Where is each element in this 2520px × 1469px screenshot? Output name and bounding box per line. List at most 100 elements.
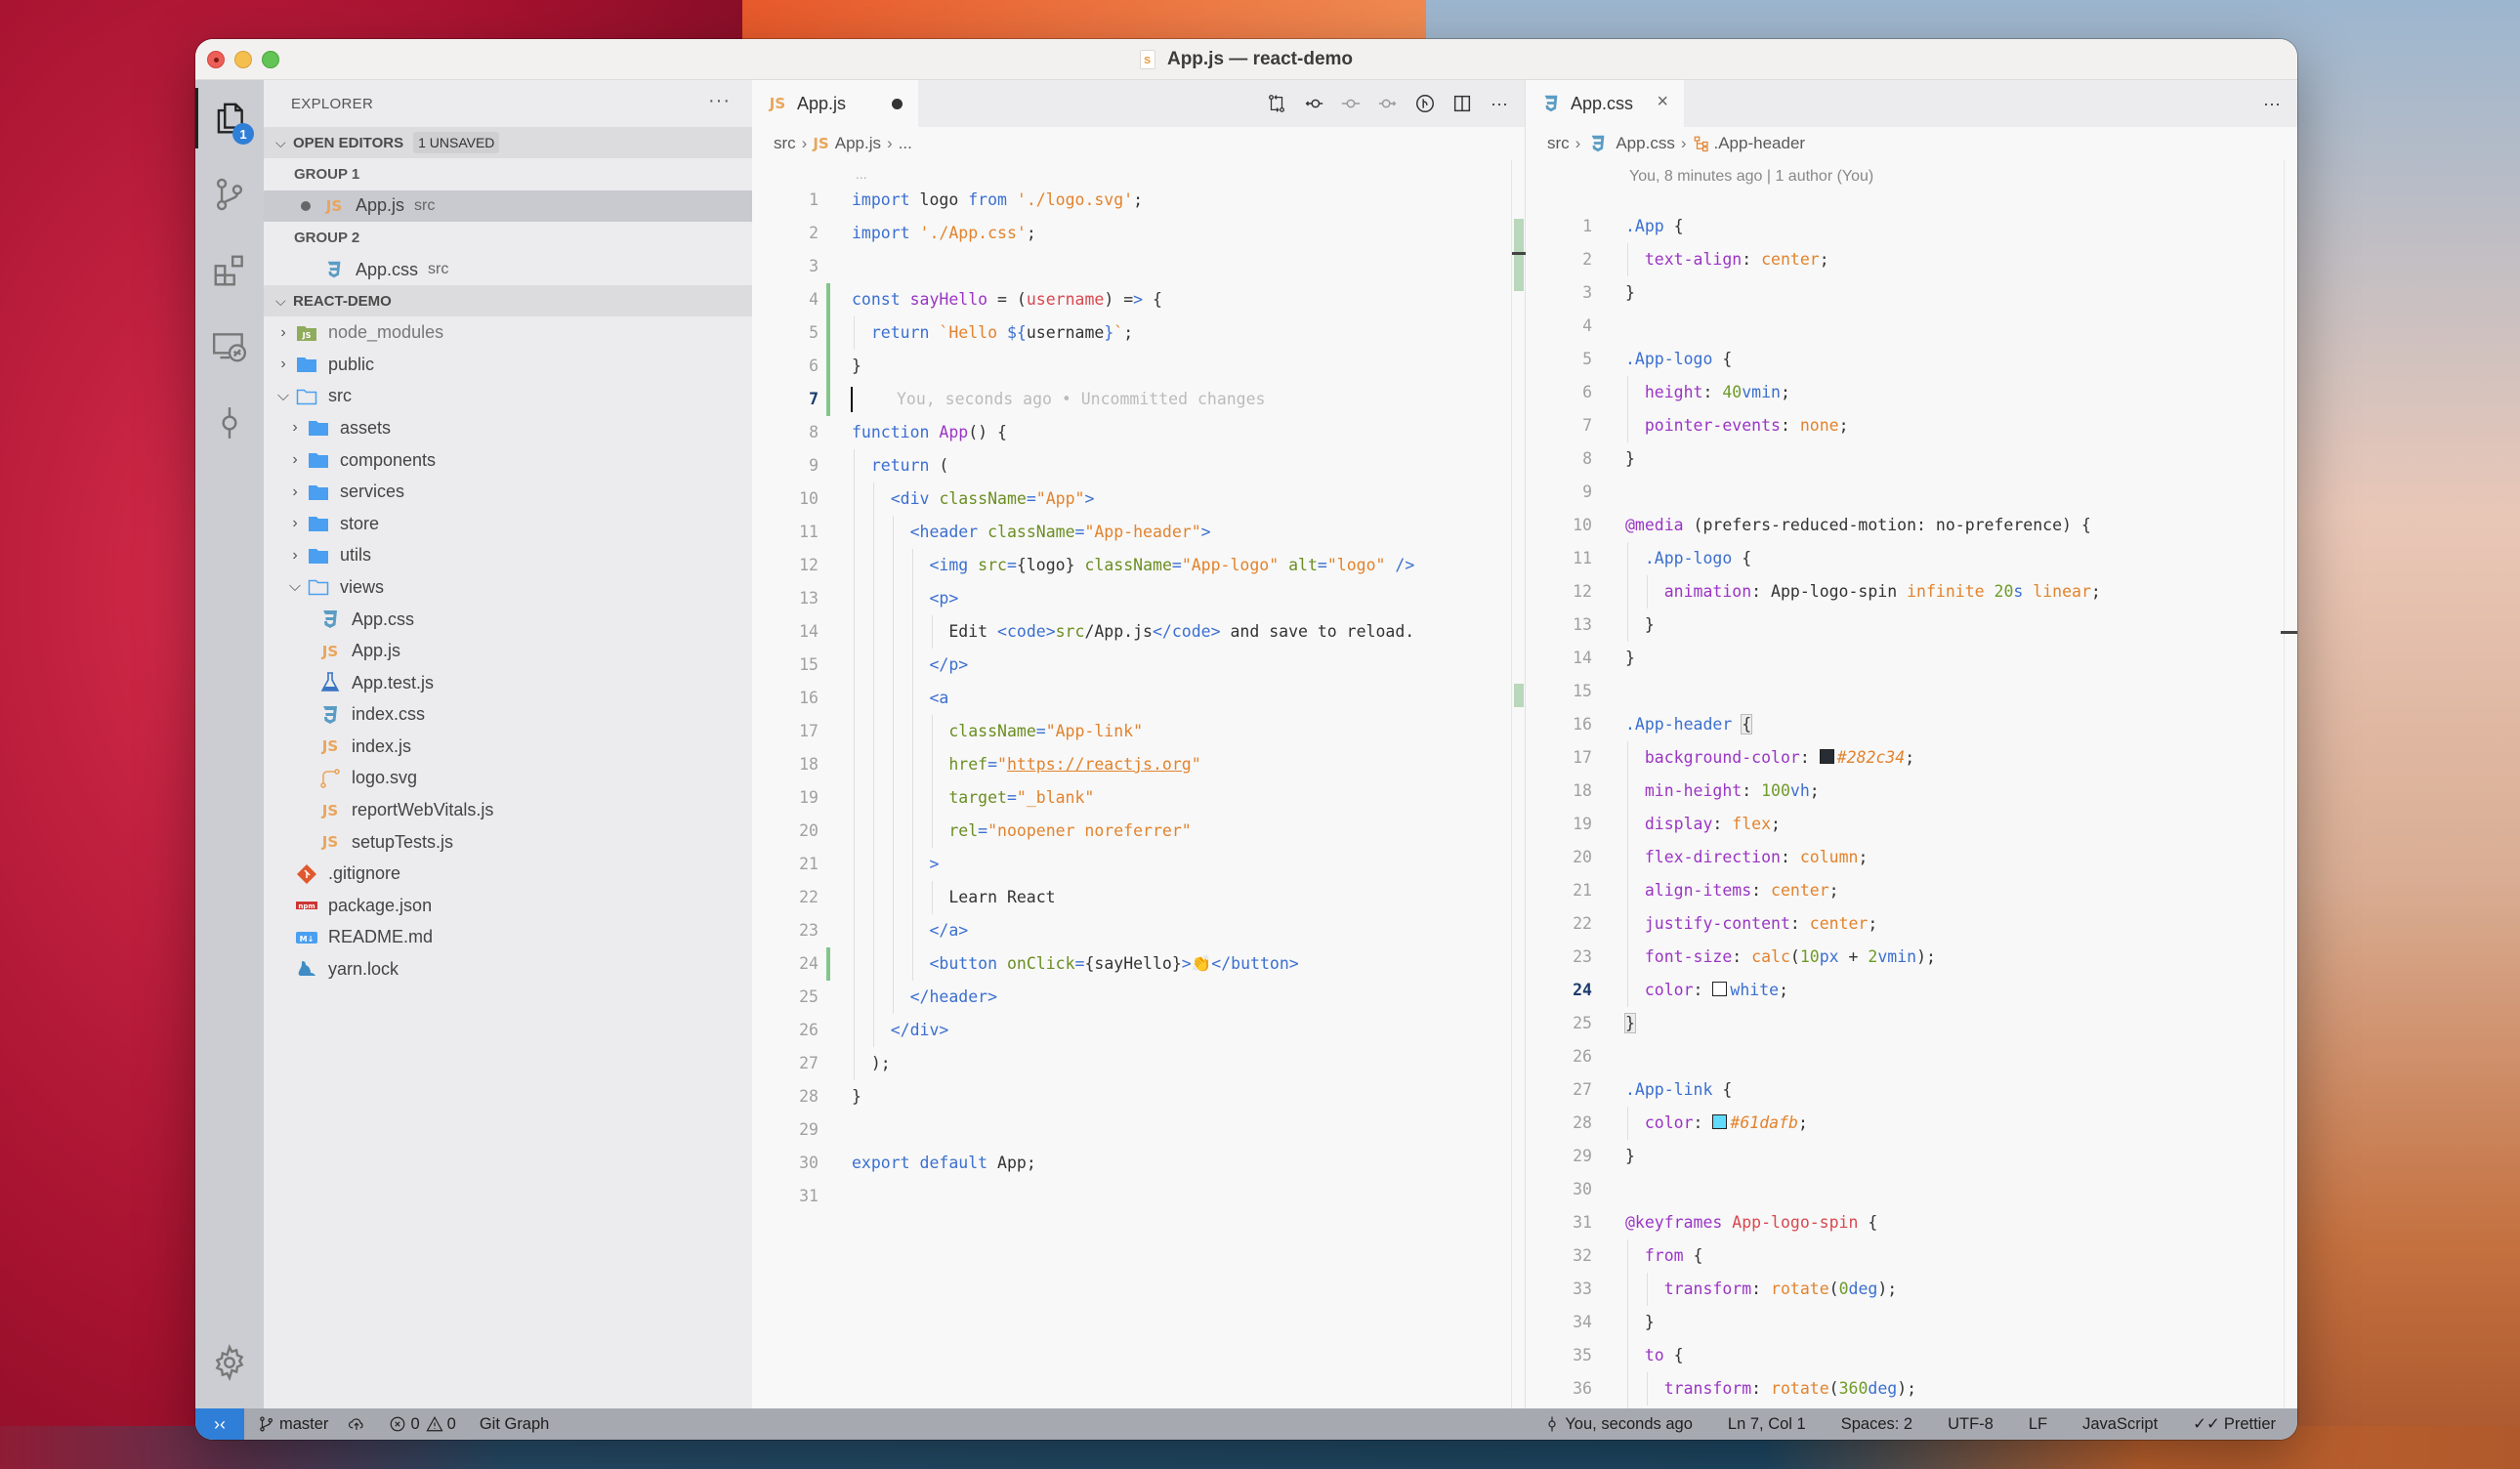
code-line[interactable]: 1 .App { — [1526, 210, 2297, 243]
tree-item-store[interactable]: › store — [264, 508, 752, 540]
tab-app-css[interactable]: App.css × — [1526, 80, 1684, 127]
code-line[interactable]: 25 </header> — [752, 981, 1525, 1014]
code-line[interactable]: 8} — [1526, 442, 2297, 476]
tree-item-assets[interactable]: › assets — [264, 412, 752, 444]
open-editor-item[interactable]: JS App.js src — [264, 189, 752, 223]
tree-item-yarn-lock[interactable]: yarn.lock — [264, 953, 752, 986]
code-line[interactable]: 15 — [1526, 675, 2297, 708]
code-line[interactable]: 17 className="App-link" — [752, 715, 1525, 748]
code-line[interactable]: 5 .App-logo { — [1526, 343, 2297, 376]
code-line[interactable]: 13 <p> — [752, 582, 1525, 615]
code-line[interactable]: 23 font-size: calc(10px + 2vmin); — [1526, 941, 2297, 974]
eol-button[interactable]: LF — [2029, 1415, 2047, 1434]
activity-source-control[interactable] — [195, 156, 264, 232]
code-line[interactable]: 24 <button onClick={sayHello}>👏</button> — [752, 947, 1525, 981]
open-editors-section-header[interactable]: ⌵ OPEN EDITORS 1 UNSAVED — [264, 127, 752, 158]
code-line[interactable]: 31 @keyframes App-logo-spin { — [1526, 1206, 2297, 1239]
code-line[interactable]: 21 align-items: center; — [1526, 874, 2297, 907]
tree-item-setuptests-js[interactable]: JS setupTests.js — [264, 826, 752, 859]
code-line[interactable]: 27 ); — [752, 1047, 1525, 1080]
activity-extensions[interactable] — [195, 232, 264, 309]
breadcrumb-symbol[interactable]: .App-header — [1714, 134, 1806, 153]
code-editor-css[interactable]: 1 .App {2 text-align: center; 3} 4 5 .App-log… — [1526, 210, 2297, 1439]
git-added-indicator[interactable] — [826, 283, 830, 316]
code-line[interactable]: 18 href="https://reactjs.org" — [752, 748, 1525, 781]
unsaved-dot-icon[interactable] — [892, 99, 903, 109]
tree-item-readme-md[interactable]: M↓ README.md — [264, 922, 752, 954]
code-line[interactable]: 33 transform: rotate(0deg); — [1526, 1273, 2297, 1306]
code-line[interactable]: 7 You, seconds ago • Uncommitted changes — [752, 383, 1525, 416]
tree-item-views[interactable]: ⌵ views — [264, 571, 752, 604]
git-added-indicator[interactable] — [826, 383, 830, 416]
git-added-indicator[interactable] — [826, 350, 830, 383]
code-line[interactable]: 18 min-height: 100vh; — [1526, 775, 2297, 808]
previous-change-button[interactable] — [1300, 90, 1327, 117]
next-change-button[interactable] — [1374, 90, 1402, 117]
code-line[interactable]: 9 — [1526, 476, 2297, 509]
code-line[interactable]: 30 — [1526, 1173, 2297, 1206]
code-line[interactable]: 10 @media (prefers-reduced-motion: no-pre… — [1526, 509, 2297, 542]
code-line[interactable]: 5 return `Hello ${username}`; — [752, 316, 1525, 350]
breadcrumb-file[interactable]: App.js — [835, 134, 881, 153]
code-line[interactable]: 7 pointer-events: none; — [1526, 409, 2297, 442]
tab-app-js[interactable]: JS App.js — [752, 80, 918, 127]
tree-item-logo-svg[interactable]: logo.svg — [264, 763, 752, 795]
code-line[interactable]: 22 justify-content: center; — [1526, 907, 2297, 941]
code-line[interactable]: 24 color: white; — [1526, 974, 2297, 1007]
code-line[interactable]: 4 — [1526, 310, 2297, 343]
split-editor-button[interactable] — [1449, 90, 1476, 117]
code-line[interactable]: 23 </a> — [752, 914, 1525, 947]
blame-status[interactable]: You, seconds ago — [1543, 1415, 1693, 1434]
code-line[interactable]: 11 <header className="App-header"> — [752, 516, 1525, 549]
tree-item-gitignore[interactable]: .gitignore — [264, 858, 752, 890]
code-line[interactable]: 15 </p> — [752, 649, 1525, 682]
tree-item-app-test-js[interactable]: App.test.js — [264, 667, 752, 699]
code-line[interactable]: 11 .App-logo { — [1526, 542, 2297, 575]
activity-remote-explorer[interactable] — [195, 309, 264, 385]
breadcrumb-folder[interactable]: src — [774, 134, 796, 153]
indentation-button[interactable]: Spaces: 2 — [1841, 1415, 1912, 1434]
tree-item-index-js[interactable]: JS index.js — [264, 731, 752, 763]
code-line[interactable]: 21 > — [752, 848, 1525, 881]
tree-item-index-css[interactable]: index.css — [264, 699, 752, 732]
code-line[interactable]: 2 import './App.css'; — [752, 217, 1525, 250]
tree-item-utils[interactable]: › utils — [264, 540, 752, 572]
code-line[interactable]: 26 — [1526, 1040, 2297, 1073]
commit-button[interactable] — [1337, 90, 1365, 117]
tree-item-app-css[interactable]: App.css — [264, 604, 752, 636]
code-line[interactable]: 14} — [1526, 642, 2297, 675]
code-line[interactable]: 30 export default App; — [752, 1147, 1525, 1180]
code-line[interactable]: 10 <div className="App"> — [752, 483, 1525, 516]
editor-scrollbar[interactable] — [1511, 160, 1530, 1408]
project-section-header[interactable]: ⌵ REACT-DEMO — [264, 285, 752, 317]
tree-item-app-js[interactable]: JS App.js — [264, 635, 752, 667]
activity-settings[interactable] — [195, 1324, 264, 1401]
language-mode-button[interactable]: JavaScript — [2082, 1415, 2158, 1434]
code-line[interactable]: 19 target="_blank" — [752, 781, 1525, 815]
code-line[interactable]: 31 — [752, 1180, 1525, 1213]
tree-item-src[interactable]: ⌵ src — [264, 381, 752, 413]
more-actions-button[interactable]: ··· — [2258, 90, 2286, 117]
git-added-indicator[interactable] — [826, 947, 830, 981]
git-added-indicator[interactable] — [826, 316, 830, 350]
tree-item-reportwebvitals-js[interactable]: JS reportWebVitals.js — [264, 794, 752, 826]
code-line[interactable]: 16 .App-header { — [1526, 708, 2297, 741]
more-actions-button[interactable]: ··· — [1486, 90, 1513, 117]
cursor-position-button[interactable]: Ln 7, Col 1 — [1728, 1415, 1806, 1434]
code-line[interactable]: 34 } — [1526, 1306, 2297, 1339]
git-graph-status-button[interactable]: Git Graph — [480, 1415, 550, 1434]
code-line[interactable]: 1 import logo from './logo.svg'; — [752, 184, 1525, 217]
code-line[interactable]: 29} — [1526, 1140, 2297, 1173]
breadcrumb-folder[interactable]: src — [1547, 134, 1570, 153]
code-line[interactable]: 12 animation: App-logo-spin infinite 20s… — [1526, 575, 2297, 609]
code-line[interactable]: 17 background-color: #282c34; — [1526, 741, 2297, 775]
code-line[interactable]: 16 <a — [752, 682, 1525, 715]
code-line[interactable]: 19 display: flex; — [1526, 808, 2297, 841]
editor-scrollbar[interactable] — [2281, 160, 2297, 1408]
code-line[interactable]: 14 Edit <code>src/App.js</code> and save… — [752, 615, 1525, 649]
code-line[interactable]: 36 transform: rotate(360deg); — [1526, 1372, 2297, 1406]
codelens-blame[interactable]: You, 8 minutes ago | 1 author (You) — [1629, 168, 1873, 186]
branch-status[interactable]: master — [258, 1415, 328, 1434]
code-line[interactable]: 35 to { — [1526, 1339, 2297, 1372]
code-line[interactable]: 4 const sayHello = (username) => { — [752, 283, 1525, 316]
